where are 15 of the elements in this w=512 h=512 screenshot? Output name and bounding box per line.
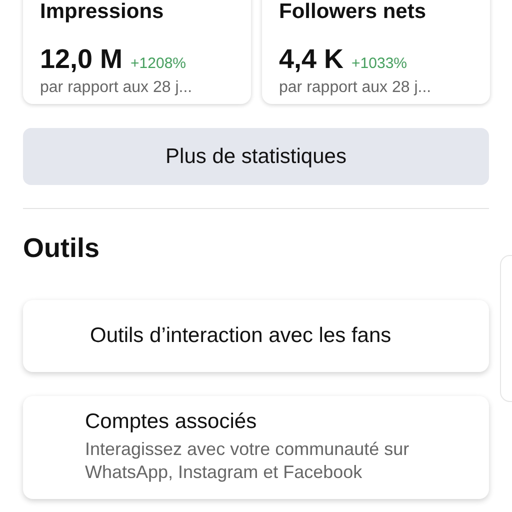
tool-description: Interagissez avec votre communauté sur WhatsApp, Instagram et Facebook — [85, 438, 410, 484]
stat-note: par rapport aux 28 j... — [40, 79, 194, 97]
more-stats-button[interactable]: Plus de statistiques — [23, 128, 489, 185]
tool-title: Outils d’interaction avec les fans — [90, 324, 392, 348]
stat-title: Followers nets — [279, 0, 428, 24]
tool-title: Comptes associés — [85, 410, 258, 434]
stat-value: 4,4 K — [279, 44, 344, 75]
stat-value: 12,0 M — [40, 44, 123, 75]
stat-change: +1033% — [352, 55, 408, 72]
stat-title: Impressions — [40, 0, 165, 24]
section-heading: Outils — [23, 233, 101, 264]
stat-note: par rapport aux 28 j... — [279, 79, 432, 97]
tool-card[interactable]: Comptes associés Interagissez avec votre communauté sur WhatsApp, Instagram et Facebook — [23, 396, 489, 499]
stat-change: +1208% — [130, 55, 186, 72]
tool-card[interactable]: Outils d’interaction avec les fans — [23, 300, 489, 372]
